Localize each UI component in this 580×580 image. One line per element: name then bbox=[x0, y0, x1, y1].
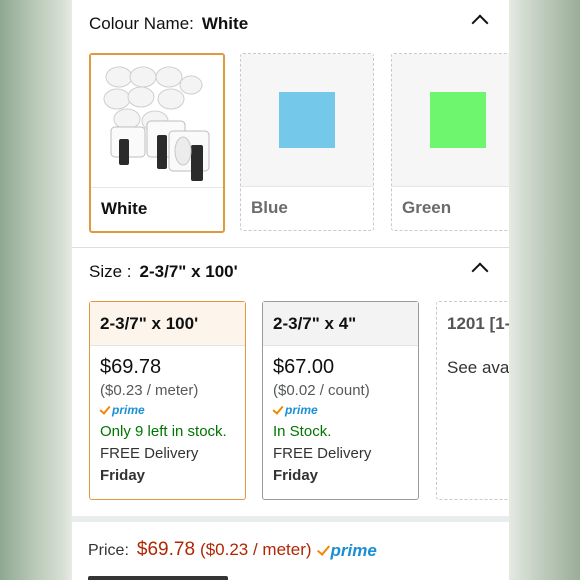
delivery-text: FREE Delivery bbox=[100, 445, 199, 462]
option-price: $67.00 bbox=[273, 356, 335, 378]
colour-header: Colour Name: White bbox=[89, 14, 248, 34]
size-option-title: 1201 [1- bbox=[447, 314, 509, 333]
size-label: Size : bbox=[89, 262, 132, 281]
product-image bbox=[91, 55, 223, 188]
size-header: Size : 2-3/7" x 100' bbox=[89, 262, 238, 282]
colour-label: Colour Name: bbox=[89, 14, 194, 33]
price-unit: ($0.23 / meter) bbox=[200, 540, 312, 559]
size-option-card[interactable]: 1201 [1- See avai bbox=[436, 301, 509, 500]
swatch-area bbox=[392, 54, 509, 187]
blue-swatch bbox=[279, 92, 335, 148]
price-label: Price: bbox=[88, 542, 129, 559]
section-divider bbox=[72, 247, 509, 248]
prime-badge: prime bbox=[99, 402, 235, 418]
delivery-text: FREE Delivery bbox=[273, 445, 372, 462]
chevron-up-icon[interactable] bbox=[471, 14, 489, 32]
size-selected-value: 2-3/7" x 100' bbox=[139, 262, 238, 281]
delivery-day: Friday bbox=[273, 467, 319, 484]
stock-status: In Stock. bbox=[273, 423, 332, 440]
swatch-area bbox=[241, 54, 373, 187]
prime-text: prime bbox=[285, 403, 318, 417]
option-unit-price: ($0.23 / meter) bbox=[100, 382, 199, 399]
section-divider bbox=[72, 516, 509, 522]
prime-text: prime bbox=[330, 541, 377, 560]
size-option-title: 2-3/7" x 100' bbox=[90, 302, 245, 346]
colour-option-white[interactable]: White bbox=[89, 53, 225, 233]
price-summary: Price: $69.78 ($0.23 / meter) prime bbox=[88, 539, 377, 561]
option-unit-price: ($0.02 / count) bbox=[273, 382, 370, 399]
colour-selected-value: White bbox=[201, 14, 249, 33]
cut-off-text bbox=[88, 574, 288, 580]
colour-option-green[interactable]: Green bbox=[391, 53, 509, 231]
product-variation-panel: Colour Name: White White Blue Green Size… bbox=[72, 0, 509, 580]
prime-badge: prime bbox=[272, 402, 408, 418]
size-option-card[interactable]: 2-3/7" x 100' $69.78 ($0.23 / meter) pri… bbox=[89, 301, 246, 500]
colour-option-blue[interactable]: Blue bbox=[240, 53, 374, 231]
prime-check-icon bbox=[316, 542, 330, 556]
size-option-title: 2-3/7" x 4" bbox=[263, 302, 418, 346]
colour-option-label: Green bbox=[402, 198, 452, 217]
colour-option-label: White bbox=[101, 199, 148, 218]
chevron-up-icon[interactable] bbox=[471, 262, 489, 280]
colour-option-label: Blue bbox=[251, 198, 288, 217]
stock-status: Only 9 left in stock. bbox=[100, 423, 227, 440]
delivery-day: Friday bbox=[100, 467, 146, 484]
green-swatch bbox=[430, 92, 486, 148]
prime-check-icon bbox=[99, 402, 111, 415]
label-rolls-image bbox=[103, 66, 210, 181]
prime-text: prime bbox=[112, 403, 145, 417]
size-option-card[interactable]: 2-3/7" x 4" $67.00 ($0.02 / count) prime… bbox=[262, 301, 419, 500]
prime-badge: prime bbox=[316, 541, 377, 561]
see-available-options: See avai bbox=[447, 358, 509, 377]
option-price: $69.78 bbox=[100, 356, 162, 378]
prime-check-icon bbox=[272, 402, 284, 415]
price-value: $69.78 bbox=[136, 539, 196, 560]
